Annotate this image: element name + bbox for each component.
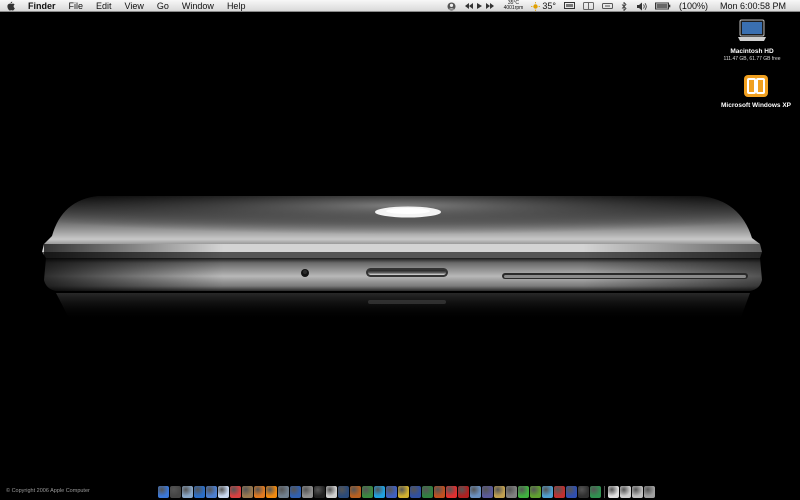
office-ppt-icon[interactable] <box>434 486 445 498</box>
office-word-icon[interactable] <box>410 486 421 498</box>
limewire-icon[interactable] <box>518 486 529 498</box>
safari-icon[interactable] <box>194 486 205 498</box>
trash-icon[interactable] <box>644 486 655 498</box>
ical-icon[interactable] <box>446 486 457 498</box>
itunes-icon[interactable] <box>218 486 229 498</box>
garageband-icon[interactable] <box>494 486 505 498</box>
firefox-icon[interactable] <box>254 486 265 498</box>
dock-separator <box>604 486 605 498</box>
media-player-icon[interactable] <box>566 486 577 498</box>
parallels-icon[interactable] <box>554 486 565 498</box>
desktop-icon-macintosh-hd[interactable]: Macintosh HD 111.47 GB, 61.77 GB free <box>712 18 792 62</box>
adium-icon[interactable] <box>542 486 553 498</box>
address-book-icon[interactable] <box>242 486 253 498</box>
desktop-icon-windows-xp[interactable]: Microsoft Windows XP <box>718 74 794 109</box>
vlc-icon[interactable] <box>266 486 277 498</box>
illustrator-icon[interactable] <box>350 486 361 498</box>
dashboard-icon[interactable] <box>170 486 181 498</box>
ichat-icon[interactable] <box>206 486 217 498</box>
preview-icon[interactable] <box>278 486 289 498</box>
quicktime-icon[interactable] <box>290 486 301 498</box>
dreamweaver-icon[interactable] <box>362 486 373 498</box>
imovie-icon[interactable] <box>482 486 493 498</box>
money-app-icon[interactable] <box>590 486 601 498</box>
finder-icon[interactable] <box>158 486 169 498</box>
toast-icon[interactable] <box>578 486 589 498</box>
desktop-icon-sublabel: 111.47 GB, 61.77 GB free <box>723 56 781 62</box>
office-excel-icon[interactable] <box>422 486 433 498</box>
itunes-store-icon[interactable] <box>386 486 397 498</box>
iphoto-icon[interactable] <box>470 486 481 498</box>
applications-folder-icon[interactable] <box>632 486 643 498</box>
calendar-icon[interactable] <box>230 486 241 498</box>
desktop-icon-label: Microsoft Windows XP <box>721 102 791 109</box>
wallpaper-copyright: © Copyright 2006 Apple Computer <box>6 488 90 494</box>
downloads-folder-icon[interactable] <box>620 486 631 498</box>
parallels-vm-icon <box>744 75 768 97</box>
dock <box>158 483 655 498</box>
terminal-icon[interactable] <box>314 486 325 498</box>
system-prefs-icon[interactable] <box>302 486 313 498</box>
desktop-wallpaper <box>42 196 762 320</box>
desktop-icon-label: Macintosh HD <box>730 48 774 55</box>
photoshop-icon[interactable] <box>338 486 349 498</box>
photo-booth-icon[interactable] <box>458 486 469 498</box>
skype-icon[interactable] <box>374 486 385 498</box>
textedit-icon[interactable] <box>326 486 337 498</box>
documents-folder-icon[interactable] <box>608 486 619 498</box>
utorrent-icon[interactable] <box>530 486 541 498</box>
hard-drive-icon <box>738 19 766 41</box>
idvd-icon[interactable] <box>506 486 517 498</box>
mail-icon[interactable] <box>182 486 193 498</box>
star-app-icon[interactable] <box>398 486 409 498</box>
